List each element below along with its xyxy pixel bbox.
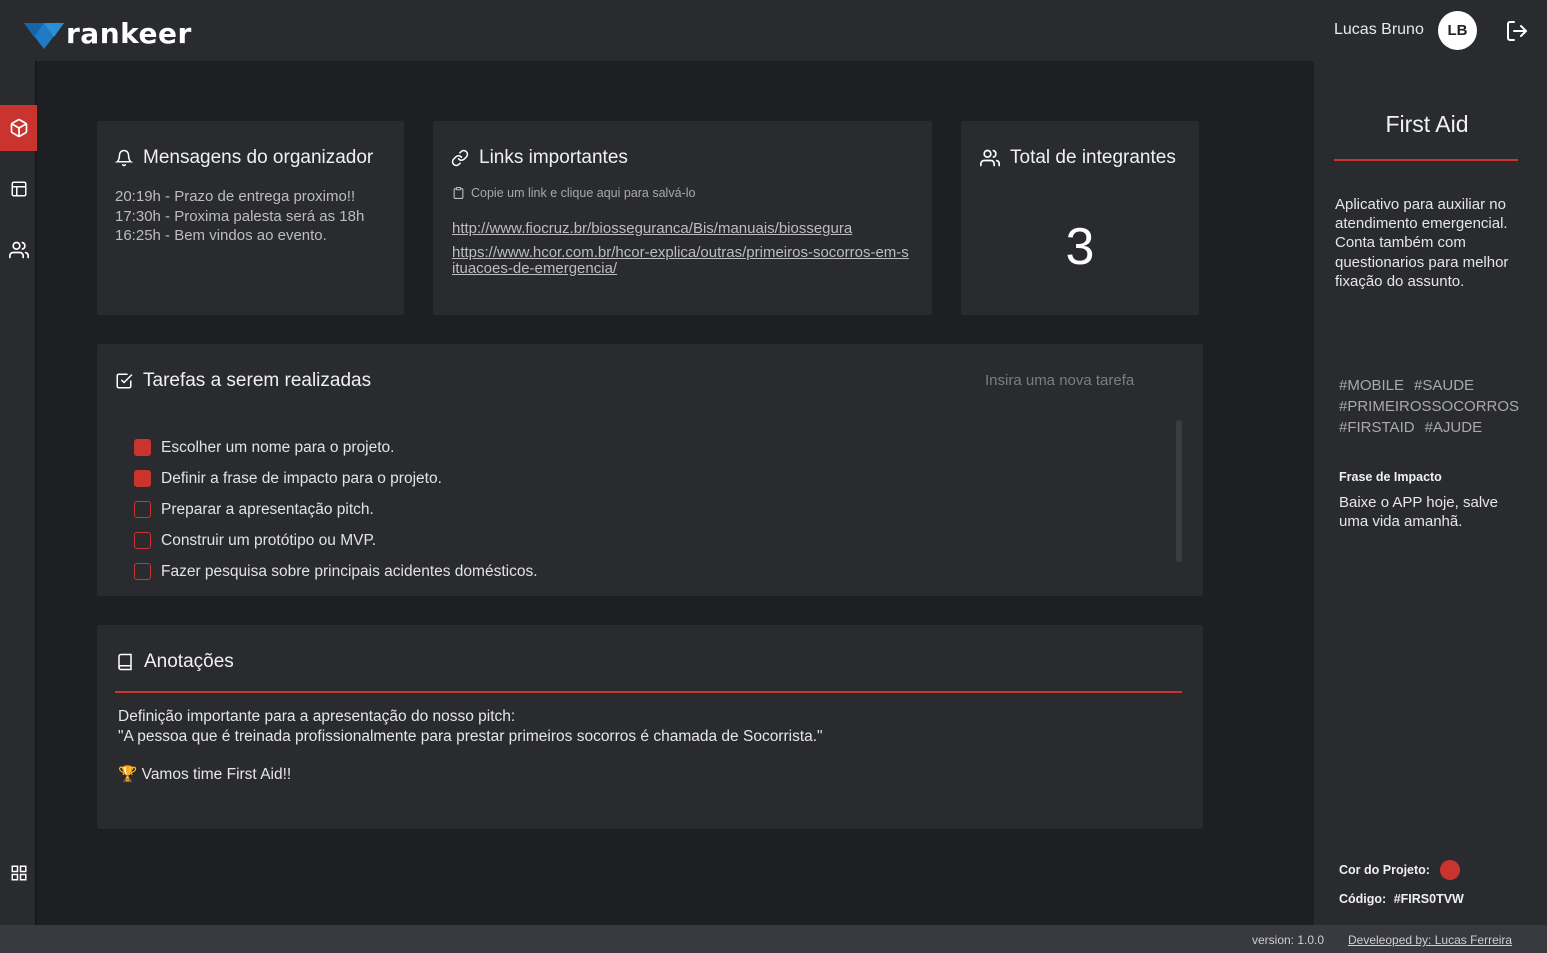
notes-divider xyxy=(115,691,1182,693)
message-item: 16:25h - Bem vindos ao evento. xyxy=(115,227,327,244)
project-description: Aplicativo para auxiliar no atendimento … xyxy=(1335,196,1509,290)
task-label: Preparar a apresentação pitch. xyxy=(161,500,374,518)
tag: #MOBILE xyxy=(1339,377,1405,394)
members-title: Total de integrantes xyxy=(980,147,1176,169)
impact-text: Baixe o APP hoje, salve uma vida amanhã. xyxy=(1339,494,1498,531)
task-item[interactable]: Fazer pesquisa sobre principais acidente… xyxy=(134,556,538,587)
project-title-divider xyxy=(1334,159,1518,161)
tasks-title-text: Tarefas a serem realizadas xyxy=(143,370,372,391)
users-icon xyxy=(980,149,1000,167)
messages-card: Mensagens do organizador 20:19h - Prazo … xyxy=(97,121,404,315)
project-title: First Aid xyxy=(1385,111,1469,137)
sidebar-item-project[interactable] xyxy=(0,105,37,151)
task-label: Definir a frase de impacto para o projet… xyxy=(161,469,442,487)
layout-icon xyxy=(11,181,26,197)
notes-title-text: Anotações xyxy=(144,651,234,672)
project-color-label: Cor do Projeto: xyxy=(1339,863,1430,877)
task-item[interactable]: Preparar a apresentação pitch. xyxy=(134,494,538,525)
message-item: 20:19h - Prazo de entrega proximo!! xyxy=(115,188,356,205)
left-sidebar xyxy=(0,61,37,925)
members-title-text: Total de integrantes xyxy=(1010,147,1176,168)
project-info-panel: First Aid Aplicativo para auxiliar no at… xyxy=(1314,61,1547,925)
links-card: Links importantes Copie um link e clique… xyxy=(433,121,932,315)
link-icon xyxy=(451,149,469,167)
project-code: #FIRS0TVW xyxy=(1393,892,1464,906)
user-name: Lucas Bruno xyxy=(1334,21,1424,38)
messages-title-text: Mensagens do organizador xyxy=(143,147,374,168)
task-checkbox[interactable] xyxy=(134,501,151,518)
link-item[interactable]: https://www.hcor.com.br/hcor-explica/out… xyxy=(452,245,912,276)
rankeer-logo[interactable]: rankeer xyxy=(24,18,192,50)
task-checkbox[interactable] xyxy=(134,563,151,580)
task-item[interactable]: Escolher um nome para o projeto. xyxy=(134,432,538,463)
sidebar-item-board[interactable] xyxy=(0,166,37,212)
paste-link-hint: Copie um link e clique aqui para salvá-l… xyxy=(471,186,696,200)
messages-list: 20:19h - Prazo de entrega proximo!! 17:3… xyxy=(115,187,364,246)
impact-label: Frase de Impacto xyxy=(1339,470,1442,484)
notes-editor[interactable]: Definição importante para a apresentação… xyxy=(118,707,823,785)
task-item[interactable]: Definir a frase de impacto para o projet… xyxy=(134,463,538,494)
notes-line-text: Vamos time First Aid!! xyxy=(141,766,292,783)
tag: #FIRSTAID xyxy=(1339,419,1415,436)
tasks-title: Tarefas a serem realizadas xyxy=(115,370,371,392)
clipboard-icon xyxy=(453,187,464,199)
trophy-icon: 🏆 xyxy=(118,766,138,783)
sidebar-item-team[interactable] xyxy=(0,227,37,273)
task-label: Fazer pesquisa sobre principais acidente… xyxy=(161,562,538,580)
tasks-card: Tarefas a serem realizadas Escolher um n… xyxy=(97,344,1203,596)
paste-link-button[interactable]: Copie um link e clique aqui para salvá-l… xyxy=(452,186,695,200)
grid-icon xyxy=(11,865,26,881)
tasks-scrollbar[interactable] xyxy=(1176,420,1182,562)
notes-line: "A pessoa que é treinada profissionalmen… xyxy=(118,727,823,745)
new-task-input[interactable] xyxy=(985,370,1185,390)
tag: #AJUDE xyxy=(1424,419,1483,436)
developer-link[interactable]: Develeoped by: Lucas Ferreira xyxy=(1348,933,1512,947)
sidebar-item-apps[interactable] xyxy=(0,850,37,896)
task-list: Escolher um nome para o projeto. Definir… xyxy=(134,432,538,587)
project-tags: #MOBILE #SAUDE #PRIMEIROSSOCORROS #FIRSTAID… xyxy=(1339,375,1539,438)
links-title-text: Links importantes xyxy=(479,147,628,168)
top-header: rankeer Lucas Bruno LB xyxy=(0,0,1547,61)
tag: #PRIMEIROSSOCORROS xyxy=(1339,398,1520,415)
checkbox-icon xyxy=(116,373,133,389)
version-text: version: 1.0.0 xyxy=(1252,933,1325,947)
tag: #SAUDE xyxy=(1414,377,1475,394)
task-checkbox[interactable] xyxy=(134,439,151,456)
task-checkbox[interactable] xyxy=(134,532,151,549)
task-checkbox[interactable] xyxy=(134,470,151,487)
message-item: 17:30h - Proxima palesta será as 18h xyxy=(115,207,365,225)
members-card: Total de integrantes 3 xyxy=(961,121,1199,315)
logout-icon[interactable] xyxy=(1505,19,1529,43)
cube-icon xyxy=(10,118,27,138)
logo-text: rankeer xyxy=(66,17,192,50)
rankeer-logo-mark-icon xyxy=(24,23,64,49)
project-code-row: Código: #FIRS0TVW xyxy=(1339,892,1464,906)
notes-title: Anotações xyxy=(116,651,234,673)
project-color-row: Cor do Projeto: xyxy=(1339,860,1460,880)
links-title: Links importantes xyxy=(451,147,628,169)
users-icon xyxy=(8,241,29,259)
project-code-label: Código: xyxy=(1339,892,1387,906)
members-count: 3 xyxy=(1065,218,1095,276)
bell-icon xyxy=(115,149,133,167)
notes-card: Anotações Definição importante para a ap… xyxy=(97,625,1203,829)
task-item[interactable]: Construir um protótipo ou MVP. xyxy=(134,525,538,556)
project-color-swatch xyxy=(1439,860,1460,880)
link-item[interactable]: http://www.fiocruz.br/biosseguranca/Bis/… xyxy=(452,221,912,237)
avatar[interactable]: LB xyxy=(1438,11,1477,50)
messages-title: Mensagens do organizador xyxy=(115,147,373,169)
book-icon xyxy=(118,653,132,671)
task-label: Construir um protótipo ou MVP. xyxy=(161,531,377,549)
notes-line: 🏆 Vamos time First Aid!! xyxy=(118,765,823,785)
task-label: Escolher um nome para o projeto. xyxy=(161,438,395,456)
notes-line: Definição importante para a apresentação… xyxy=(118,708,516,725)
footer: version: 1.0.0 Develeoped by: Lucas Ferr… xyxy=(0,925,1547,953)
